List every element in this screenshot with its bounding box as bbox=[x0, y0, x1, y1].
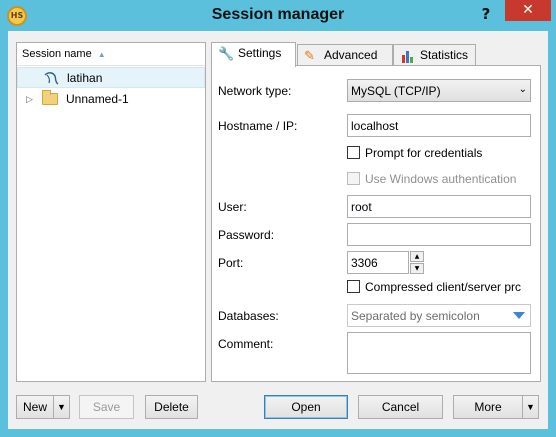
window-title: Session manager bbox=[211, 6, 345, 23]
checkbox-box bbox=[347, 146, 360, 159]
network-type-select[interactable]: MySQL (TCP/IP) ⌄ bbox=[347, 79, 531, 102]
tree-item-label: latihan bbox=[67, 71, 103, 85]
hostname-input[interactable]: localhost bbox=[347, 114, 531, 137]
comment-label: Comment: bbox=[218, 337, 274, 351]
delete-button[interactable]: Delete bbox=[145, 395, 198, 419]
new-button-label: New bbox=[22, 400, 47, 414]
user-input[interactable]: root bbox=[347, 195, 531, 218]
prompt-credentials-checkbox[interactable]: Prompt for credentials bbox=[347, 146, 482, 162]
tab-statistics[interactable]: Statistics bbox=[393, 44, 476, 66]
dialog-client-area: Session name ▲ latihan ▷ Unnamed-1 🔧 Sett… bbox=[8, 31, 548, 429]
compressed-protocol-checkbox[interactable]: Compressed client/server prc bbox=[347, 280, 521, 296]
port-stepper[interactable]: ▲ ▼ bbox=[410, 251, 424, 274]
tree-item-latihan[interactable]: latihan bbox=[17, 67, 205, 88]
tools-icon: ✎ bbox=[304, 48, 315, 63]
tab-advanced[interactable]: ✎ Advanced bbox=[297, 44, 393, 66]
session-name-column-header[interactable]: Session name ▲ bbox=[17, 43, 205, 66]
cancel-button[interactable]: Cancel bbox=[358, 395, 443, 419]
checkbox-box bbox=[347, 172, 360, 185]
port-input[interactable]: 3306 bbox=[347, 251, 409, 274]
new-button[interactable]: New ▼ bbox=[16, 395, 70, 419]
compressed-label: Compressed client/server prc bbox=[365, 280, 522, 294]
checkbox-box bbox=[347, 280, 360, 293]
expand-arrow-icon[interactable]: ▷ bbox=[26, 89, 33, 110]
network-type-label: Network type: bbox=[218, 84, 292, 98]
password-label: Password: bbox=[218, 228, 275, 242]
more-dropdown-icon[interactable]: ▼ bbox=[522, 396, 538, 418]
chevron-down-icon: ⌄ bbox=[518, 84, 527, 95]
session-manager-window: HS Session manager ? ✕ Session name ▲ lat… bbox=[0, 0, 556, 437]
comment-textarea[interactable] bbox=[347, 332, 531, 374]
tree-item-unnamed-1[interactable]: ▷ Unnamed-1 bbox=[17, 89, 205, 110]
more-button[interactable]: More ▼ bbox=[453, 395, 539, 419]
port-label: Port: bbox=[218, 256, 244, 270]
port-decrement-icon[interactable]: ▼ bbox=[410, 263, 424, 274]
databases-input[interactable]: Separated by semicolon bbox=[347, 304, 531, 327]
password-input[interactable] bbox=[347, 223, 531, 246]
databases-placeholder: Separated by semicolon bbox=[351, 309, 480, 323]
help-button[interactable]: ? bbox=[474, 4, 498, 24]
tree-item-label: Unnamed-1 bbox=[66, 92, 129, 106]
open-button[interactable]: Open bbox=[264, 395, 348, 419]
prompt-credentials-label: Prompt for credentials bbox=[365, 146, 483, 160]
session-tree[interactable]: Session name ▲ latihan ▷ Unnamed-1 bbox=[16, 42, 206, 382]
settings-panel: Network type: MySQL (TCP/IP) ⌄ Hostname … bbox=[211, 65, 541, 382]
save-button[interactable]: Save bbox=[79, 395, 134, 419]
wrench-icon: 🔧 bbox=[218, 46, 235, 61]
mysql-dolphin-icon bbox=[44, 72, 59, 85]
bar-chart-icon bbox=[402, 51, 413, 63]
port-increment-icon[interactable]: ▲ bbox=[410, 251, 424, 262]
tab-label: Settings bbox=[238, 46, 282, 60]
databases-label: Databases: bbox=[218, 309, 279, 323]
folder-icon bbox=[42, 90, 58, 105]
tab-label: Advanced bbox=[324, 48, 378, 62]
title-bar[interactable]: HS Session manager ? ✕ bbox=[0, 0, 556, 32]
tab-label: Statistics bbox=[420, 48, 469, 62]
network-type-value: MySQL (TCP/IP) bbox=[351, 84, 441, 98]
session-name-header-label: Session name bbox=[22, 48, 92, 60]
new-dropdown-icon[interactable]: ▼ bbox=[53, 396, 69, 418]
triangle-down-icon bbox=[513, 312, 525, 319]
windows-auth-label: Use Windows authentication bbox=[365, 172, 517, 186]
windows-authentication-checkbox[interactable]: Use Windows authentication bbox=[347, 172, 516, 188]
hostname-label: Hostname / IP: bbox=[218, 119, 298, 133]
user-label: User: bbox=[218, 200, 247, 214]
more-button-label: More bbox=[474, 400, 502, 414]
close-button[interactable]: ✕ bbox=[505, 0, 551, 21]
sort-ascending-icon: ▲ bbox=[97, 50, 106, 59]
tab-settings[interactable]: 🔧 Settings bbox=[211, 42, 296, 67]
